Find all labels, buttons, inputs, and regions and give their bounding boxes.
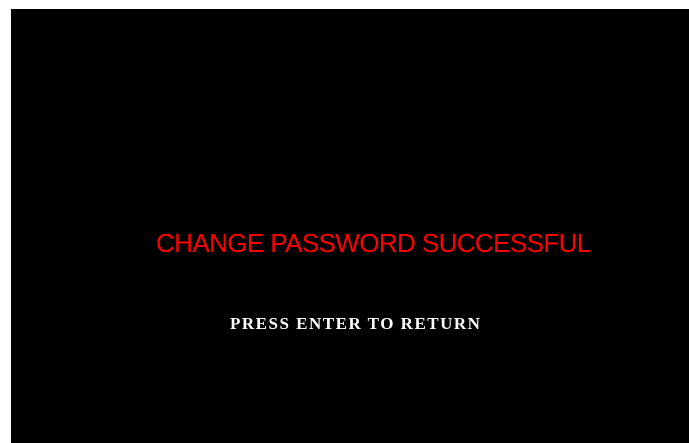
success-message: CHANGE PASSWORD SUCCESSFUL <box>156 228 591 258</box>
terminal-screen: CHANGE PASSWORD SUCCESSFUL PRESS ENTER T… <box>11 9 689 443</box>
press-enter-prompt[interactable]: PRESS ENTER TO RETURN <box>230 312 481 336</box>
